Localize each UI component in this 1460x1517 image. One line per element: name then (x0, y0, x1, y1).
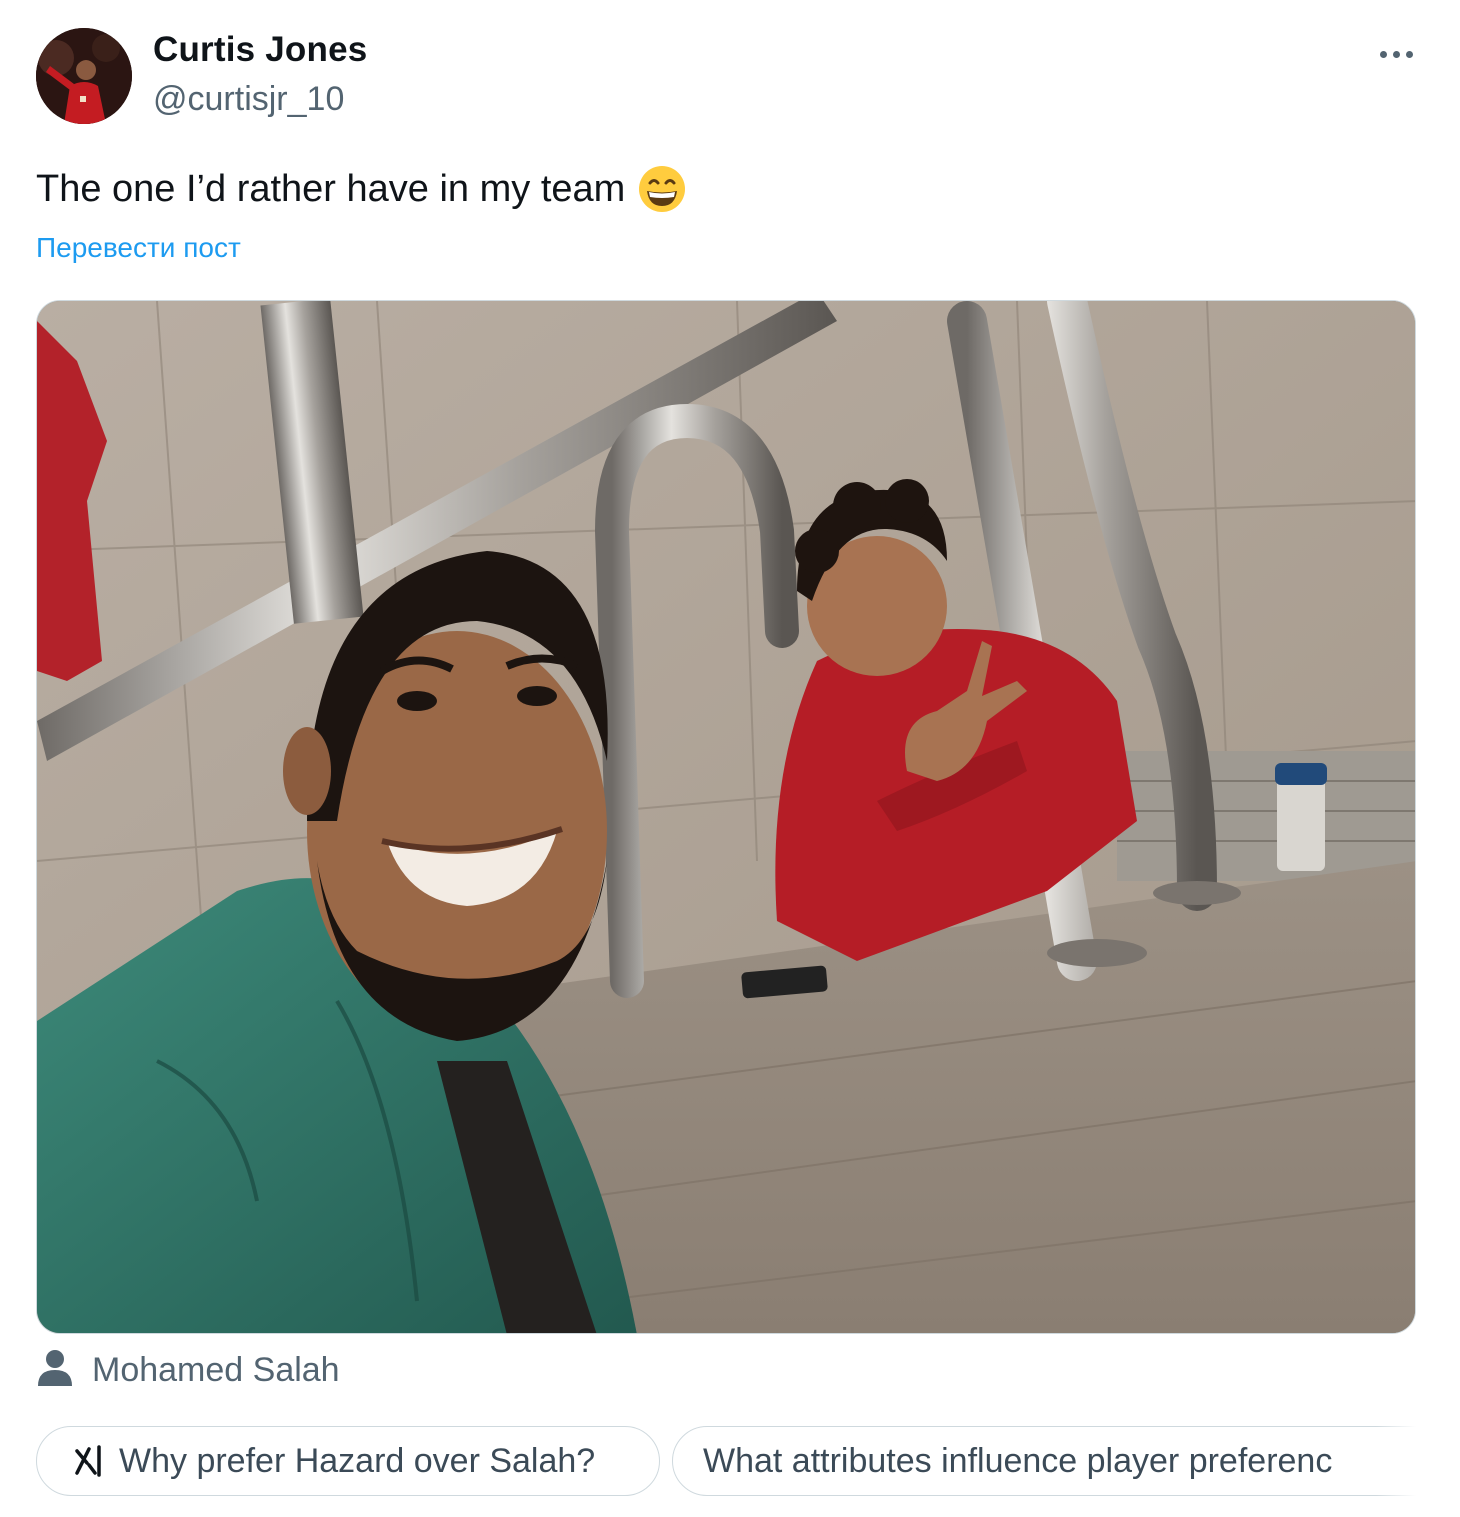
author-handle[interactable]: @curtisjr_10 (153, 80, 344, 119)
person-icon (36, 1348, 74, 1393)
post-photo[interactable] (36, 300, 1416, 1334)
more-options-button[interactable] (1370, 34, 1422, 74)
suggestion-chip-attributes[interactable]: What attributes influence player prefere… (672, 1426, 1416, 1496)
post-card: Curtis Jones @curtisjr_10 The one I’d ra… (0, 0, 1460, 1517)
chips-fade-overlay (1376, 1426, 1416, 1498)
translate-post-link[interactable]: Перевести пост (36, 232, 241, 264)
more-dot-icon (1379, 50, 1387, 58)
grok-icon (71, 1443, 107, 1479)
suggestion-chips: Why prefer Hazard over Salah? What attri… (36, 1426, 1416, 1498)
suggestion-chip-label: Why prefer Hazard over Salah? (119, 1441, 596, 1480)
post-text-content: The one I’d rather have in my team (36, 167, 626, 210)
author-avatar[interactable] (36, 28, 132, 124)
post-text: The one I’d rather have in my team (36, 164, 687, 214)
suggestion-chip-label: What attributes influence player prefere… (703, 1441, 1333, 1480)
tagged-user[interactable]: Mohamed Salah (36, 1345, 340, 1395)
tagged-user-name: Mohamed Salah (92, 1350, 340, 1389)
grinning-face-emoji-icon (637, 164, 687, 214)
suggestion-chip-hazard[interactable]: Why prefer Hazard over Salah? (36, 1426, 660, 1496)
author-name[interactable]: Curtis Jones (153, 30, 367, 70)
more-dot-icon (1392, 50, 1400, 58)
more-dot-icon (1405, 50, 1413, 58)
